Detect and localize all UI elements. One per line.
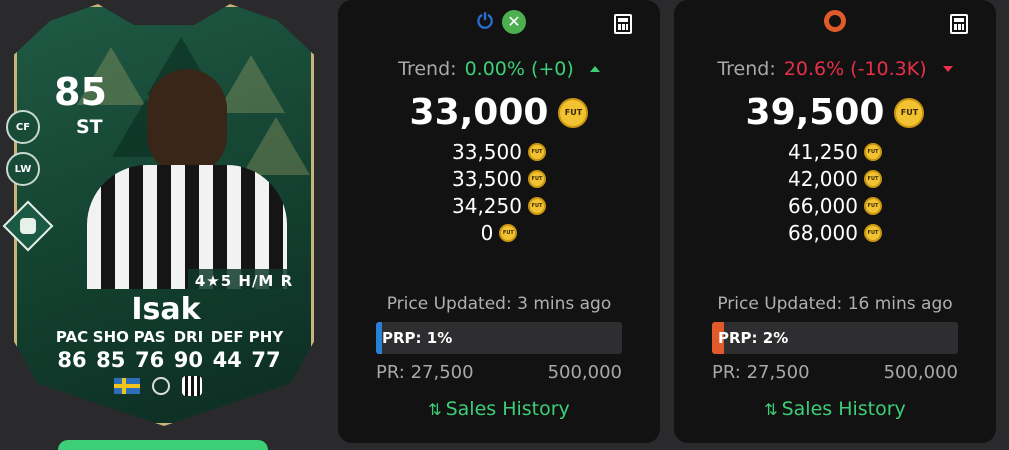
price-value: 33,500 bbox=[452, 139, 522, 164]
price-value: 33,500 bbox=[452, 166, 522, 191]
price-range-min: PR: 27,500 bbox=[376, 362, 474, 383]
card-action-button[interactable] bbox=[58, 440, 268, 450]
card-badges bbox=[114, 376, 218, 396]
price-panel-pc: Trend: 20.6% (-10.3K) 39,500 FUT 41,250 … bbox=[674, 0, 996, 443]
coin-icon: FUT bbox=[527, 196, 546, 215]
xbox-icon bbox=[502, 10, 526, 34]
club-badge-icon bbox=[182, 376, 202, 396]
coin-icon: FUT bbox=[863, 223, 882, 242]
league-badge-icon bbox=[152, 377, 170, 395]
prp-bar: PRP: 2% bbox=[712, 322, 958, 354]
calculator-icon[interactable] bbox=[614, 14, 632, 34]
stat-labels: PAC SHO PAS DRI DEF PHY bbox=[54, 328, 284, 346]
platform-icons: ⏻ bbox=[338, 10, 660, 34]
price-list: 41,250 FUT 42,000 FUT 66,000 FUT 68,000 … bbox=[674, 138, 996, 246]
playstation-icon: ⏻ bbox=[477, 9, 493, 33]
alt-position-chip: CF bbox=[6, 110, 40, 144]
calculator-icon[interactable] bbox=[950, 14, 968, 34]
stat-value: 44 bbox=[212, 348, 242, 372]
stat-label: PHY bbox=[248, 328, 284, 346]
sales-history-link[interactable]: ⇅ Sales History bbox=[338, 398, 660, 420]
coin-icon: FUT bbox=[558, 97, 589, 128]
coin-icon: FUT bbox=[527, 169, 546, 188]
player-head bbox=[147, 69, 227, 173]
price-list: 33,500 FUT 33,500 FUT 34,250 FUT 0 FUT bbox=[338, 138, 660, 246]
coin-icon: FUT bbox=[527, 142, 546, 161]
coin-icon: FUT bbox=[499, 223, 518, 242]
stat-label: PAC bbox=[55, 328, 89, 346]
coin-icon: FUT bbox=[863, 169, 882, 188]
price-value: 42,000 bbox=[788, 166, 858, 191]
trend-label: Trend: bbox=[398, 58, 457, 80]
price-range: PR: 27,500 500,000 bbox=[712, 362, 958, 383]
lowest-price: 39,500 FUT bbox=[674, 92, 996, 133]
stat-label: DRI bbox=[173, 328, 204, 346]
player-image bbox=[87, 69, 287, 289]
stat-values: 86 85 76 90 44 77 bbox=[54, 348, 284, 372]
alt-position-chip: LW bbox=[6, 152, 40, 186]
price-range-max: 500,000 bbox=[883, 362, 958, 383]
coin-icon: FUT bbox=[894, 97, 925, 128]
price-updated: Price Updated: 16 mins ago bbox=[717, 294, 953, 314]
price-value: 66,000 bbox=[788, 193, 858, 218]
player-card[interactable]: 85 ST CF LW 4★5 H/M R Isak PAC SHO PAS D… bbox=[2, 4, 316, 429]
price-range-max: 500,000 bbox=[547, 362, 622, 383]
sweden-flag-icon bbox=[114, 378, 140, 394]
stat-value: 76 bbox=[134, 348, 165, 372]
trend-down-icon bbox=[942, 66, 953, 72]
price-comparison-view: 85 ST CF LW 4★5 H/M R Isak PAC SHO PAS D… bbox=[0, 0, 1009, 450]
sales-history-label: Sales History bbox=[781, 398, 906, 420]
price-range-min: PR: 27,500 bbox=[712, 362, 810, 383]
prp-label: PRP: 1% bbox=[382, 329, 453, 347]
price-panel-console: ⏻ Trend: 0.00% (+0) 33,000 FUT 33,500 FU… bbox=[338, 0, 660, 443]
sort-arrows-icon: ⇅ bbox=[764, 400, 778, 419]
stat-value: 90 bbox=[173, 348, 203, 372]
price-item: 33,500 FUT bbox=[338, 138, 660, 165]
coin-icon: FUT bbox=[863, 196, 882, 215]
price-item: 42,000 FUT bbox=[674, 165, 996, 192]
price-item: 68,000 FUT bbox=[674, 219, 996, 246]
price-value: 34,250 bbox=[452, 193, 522, 218]
trend: Trend: 0.00% (+0) bbox=[338, 58, 660, 80]
trend-up-icon bbox=[589, 66, 600, 72]
price-range: PR: 27,500 500,000 bbox=[376, 362, 622, 383]
sales-history-link[interactable]: ⇅ Sales History bbox=[674, 398, 996, 420]
stat-label: DEF bbox=[210, 328, 244, 346]
trend-value: 20.6% (-10.3K) bbox=[783, 58, 927, 80]
lowest-price-value: 33,000 bbox=[409, 92, 549, 133]
origin-icon bbox=[824, 10, 846, 32]
lowest-price-value: 39,500 bbox=[745, 92, 885, 133]
skills-weakfoot: 4★5 H/M R bbox=[188, 269, 300, 293]
price-value: 41,250 bbox=[788, 139, 858, 164]
lowest-price: 33,000 FUT bbox=[338, 92, 660, 133]
sort-arrows-icon: ⇅ bbox=[428, 400, 442, 419]
player-name: Isak bbox=[131, 292, 201, 327]
prp-label: PRP: 2% bbox=[718, 329, 789, 347]
coin-icon: FUT bbox=[863, 142, 882, 161]
prp-bar: PRP: 1% bbox=[376, 322, 622, 354]
trend-value: 0.00% (+0) bbox=[464, 58, 574, 80]
sales-history-label: Sales History bbox=[445, 398, 570, 420]
price-value: 68,000 bbox=[788, 220, 858, 245]
player-position: ST bbox=[76, 116, 103, 138]
trend-label: Trend: bbox=[717, 58, 776, 80]
player-rating: 85 bbox=[54, 70, 107, 114]
trend: Trend: 20.6% (-10.3K) bbox=[674, 58, 996, 80]
platform-icons bbox=[674, 10, 996, 32]
stat-label: SHO bbox=[92, 328, 129, 346]
price-updated: Price Updated: 3 mins ago bbox=[386, 294, 612, 314]
price-item: 0 FUT bbox=[338, 219, 660, 246]
stat-value: 77 bbox=[251, 348, 281, 372]
price-item: 41,250 FUT bbox=[674, 138, 996, 165]
price-item: 34,250 FUT bbox=[338, 192, 660, 219]
stat-value: 85 bbox=[96, 348, 126, 372]
stat-label: PAS bbox=[133, 328, 166, 346]
price-item: 33,500 FUT bbox=[338, 165, 660, 192]
stat-value: 86 bbox=[57, 348, 87, 372]
price-value: 0 bbox=[480, 220, 494, 245]
price-item: 66,000 FUT bbox=[674, 192, 996, 219]
